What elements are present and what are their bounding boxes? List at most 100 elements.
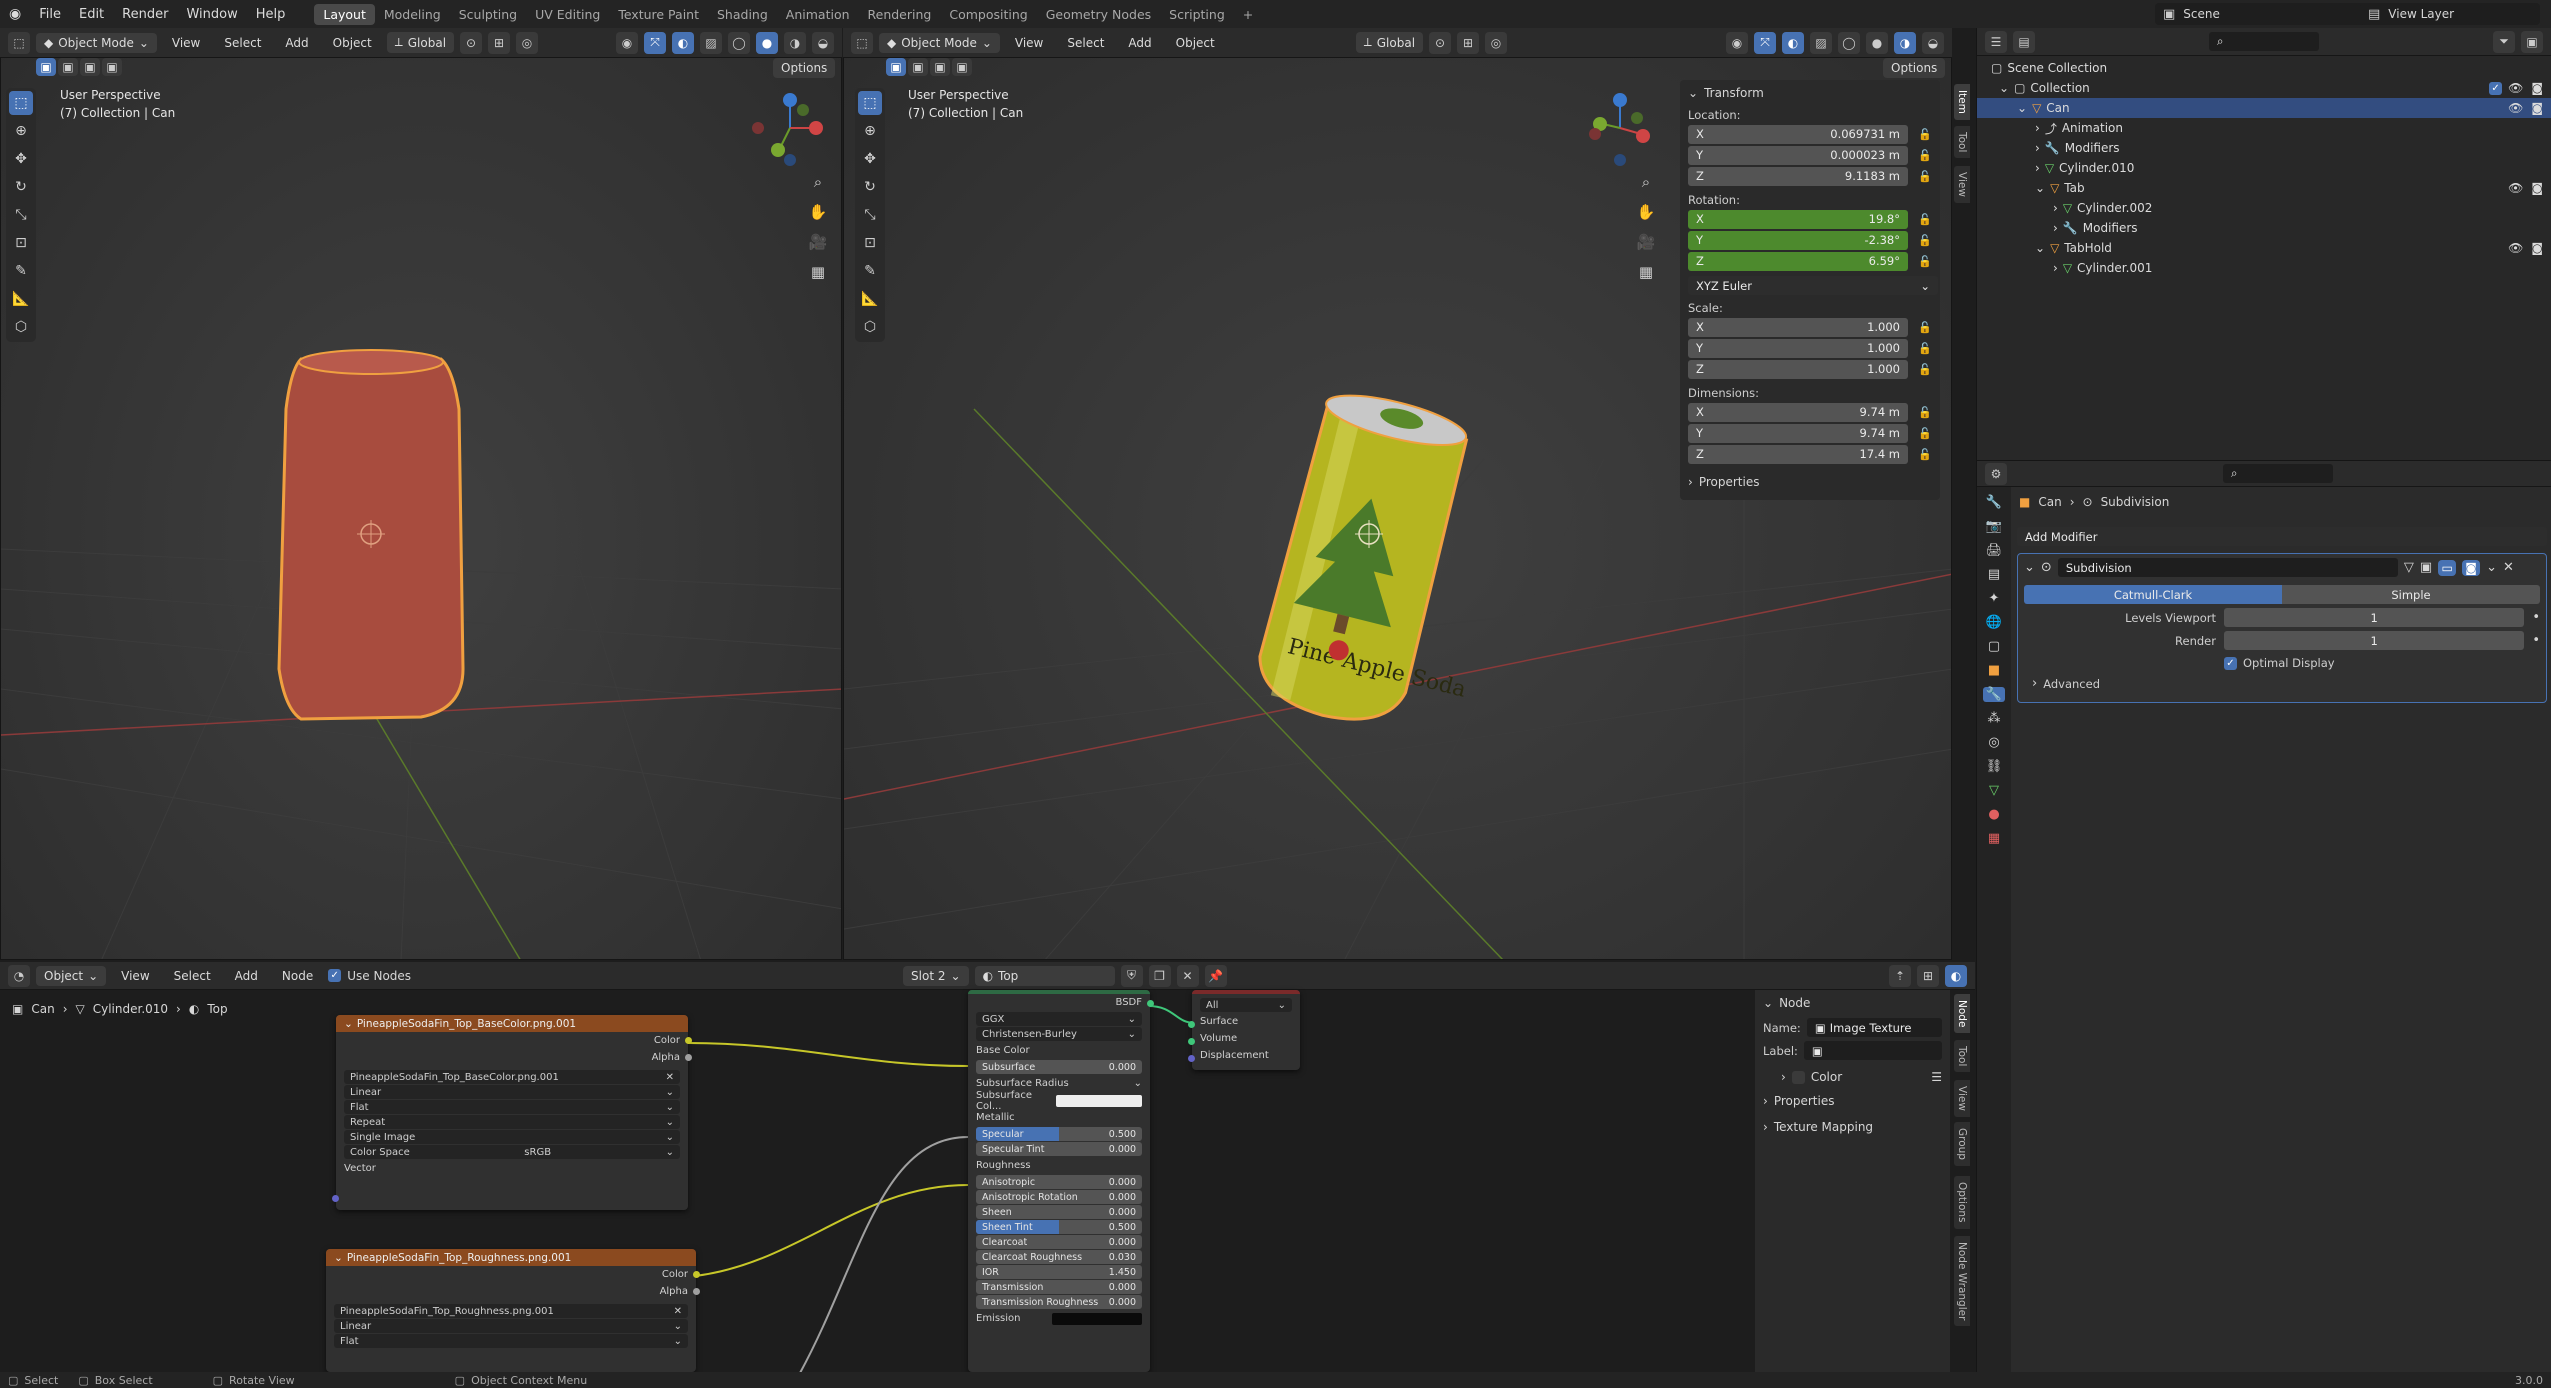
shading-material-icon-2[interactable]: ◑ <box>1894 31 1916 54</box>
render-display-icon[interactable]: ◙ <box>2462 559 2481 576</box>
render-camera-icon[interactable]: ◙ <box>2531 81 2543 95</box>
scale-z-field[interactable]: Z 1.000 <box>1688 359 1908 379</box>
select-subtract-icon[interactable]: ▣ <box>80 58 100 76</box>
lock-icon[interactable]: 🔓 <box>1918 128 1932 141</box>
workspace-tab-texture-paint[interactable]: Texture Paint <box>609 4 708 25</box>
scale-icon[interactable]: ⤡ <box>9 203 33 227</box>
bsdf-input-field[interactable]: Transmission Roughness 0.000 <box>976 1295 1142 1309</box>
chevron-down-icon[interactable]: ⌄ <box>2024 560 2035 575</box>
node-label-input[interactable]: ▣ <box>1803 1041 1942 1060</box>
bsdf-input-field[interactable]: Anisotropic 0.000 <box>976 1175 1142 1189</box>
location-z-field[interactable]: Z 9.1183 m <box>1688 166 1908 186</box>
menu-edit[interactable]: Edit <box>70 7 113 22</box>
workspace-tab-modeling[interactable]: Modeling <box>375 4 450 25</box>
lock-icon[interactable]: 🔓 <box>1918 149 1932 162</box>
overlay-icon[interactable]: ◐ <box>672 31 694 54</box>
lock-icon[interactable]: 🔓 <box>1918 342 1932 355</box>
shading-solid-icon[interactable]: ● <box>756 31 778 54</box>
transform-icon-2[interactable]: ⊡ <box>858 231 882 255</box>
node-menu-add[interactable]: Add <box>226 969 267 983</box>
physics-tab-icon[interactable]: ◎ <box>1988 735 1999 750</box>
chevron-down-icon[interactable]: ⌄ <box>2486 560 2497 575</box>
optimal-display-checkbox[interactable]: ✓ <box>2224 656 2237 670</box>
visibility-icon[interactable]: ◉ <box>616 31 638 54</box>
modifier-tab-icon[interactable]: 🔧 <box>1982 687 2006 702</box>
node-color-checkbox[interactable] <box>1791 1070 1805 1084</box>
rotate-icon-2[interactable]: ↻ <box>858 175 882 199</box>
select-extend-icon-2[interactable]: ▣ <box>908 58 928 76</box>
cursor-icon-2[interactable]: ⊕ <box>858 119 882 143</box>
blender-logo-icon[interactable]: ◉ <box>0 6 30 22</box>
navigation-gizmo-left[interactable] <box>745 88 835 178</box>
location-x-field[interactable]: X 0.069731 m <box>1688 124 1908 144</box>
outliner-row-animation[interactable]: › ⤴ Animation <box>1977 118 2551 138</box>
workspace-tab-geometry-nodes[interactable]: Geometry Nodes <box>1037 4 1160 25</box>
eye-icon[interactable]: 👁 <box>2508 101 2523 115</box>
constraints-tab-icon[interactable]: ⛓ <box>1986 759 2003 774</box>
pin-icon[interactable]: 📌 <box>1204 964 1227 987</box>
shading-rendered-icon[interactable]: ◒ <box>812 31 834 54</box>
options-button[interactable]: Options <box>773 58 836 78</box>
world-tab-icon[interactable]: 🌐 <box>1986 615 2002 630</box>
node-tab-node-wrangler[interactable]: Node Wrangler <box>1954 1236 1970 1327</box>
render-camera-icon[interactable]: ◙ <box>2531 181 2543 195</box>
image-file-field[interactable]: PineappleSodaFin_Top_BaseColor.png.001 ✕ <box>344 1070 680 1084</box>
interpolation-dropdown[interactable]: Linear ⌄ <box>344 1085 680 1099</box>
node-name-input[interactable]: ▣ Image Texture <box>1806 1018 1942 1037</box>
keyframe-dot-icon[interactable]: • <box>2532 633 2540 648</box>
close-icon[interactable]: ✕ <box>2503 560 2514 575</box>
tool-tab-icon[interactable]: 🔧 <box>1986 495 2002 510</box>
properties-editor-icon[interactable]: ⚙ <box>1985 462 2007 485</box>
cursor-icon[interactable]: ⊕ <box>9 119 33 143</box>
output-target-dropdown[interactable]: All ⌄ <box>1200 998 1292 1012</box>
duplicate-material-icon[interactable]: ❐ <box>1148 964 1171 987</box>
modifier-name-input[interactable]: Subdivision <box>2057 558 2398 577</box>
rotation-x-field[interactable]: X 19.8° <box>1688 209 1908 229</box>
xray-icon-2[interactable]: ▨ <box>1810 31 1832 54</box>
image-file-field[interactable]: PineappleSodaFin_Top_Roughness.png.001 ✕ <box>334 1304 688 1318</box>
snap-node-icon[interactable]: ⊞ <box>1917 964 1939 987</box>
menu-add[interactable]: Add <box>276 36 317 50</box>
socket-bsdf-out[interactable] <box>1147 1000 1154 1007</box>
gizmo-icon[interactable]: ⤧ <box>644 31 666 54</box>
edit-mode-icon[interactable]: ▽ <box>2404 560 2414 575</box>
material-selector[interactable]: ◐ Top <box>974 965 1115 986</box>
dimensions-y-field[interactable]: Y 9.74 m <box>1688 423 1908 443</box>
overlay-icon-2[interactable]: ◐ <box>1782 31 1804 54</box>
ortho-grid-icon-2[interactable]: ▦ <box>1634 260 1658 284</box>
eye-icon[interactable]: 👁 <box>2508 181 2523 195</box>
subsurface-method-dropdown[interactable]: Christensen-Burley ⌄ <box>976 1027 1142 1041</box>
node-overlay-icon[interactable]: ◐ <box>1945 964 1967 987</box>
list-icon[interactable]: ☰ <box>1931 1070 1942 1084</box>
scale-x-field[interactable]: X 1.000 <box>1688 317 1908 337</box>
visibility-icon-2[interactable]: ◉ <box>1726 31 1748 54</box>
socket-displacement-in[interactable] <box>1188 1055 1195 1062</box>
select-subtract-icon-2[interactable]: ▣ <box>930 58 950 76</box>
socket-alpha-out[interactable] <box>685 1054 692 1061</box>
annotate-icon-2[interactable]: ✎ <box>858 259 882 283</box>
keyframe-dot-icon[interactable]: • <box>2532 610 2540 625</box>
outliner-editor-icon[interactable]: ☰ <box>1985 30 2007 53</box>
socket-color-out[interactable] <box>685 1037 692 1044</box>
menu-object-2[interactable]: Object <box>1167 36 1224 50</box>
optimal-display-row[interactable]: ✓ Optimal Display <box>2224 656 2540 670</box>
select-new-icon-2[interactable]: ▣ <box>886 58 906 76</box>
node-header[interactable]: ⌄ PineappleSodaFin_Top_Roughness.png.001 <box>326 1249 696 1266</box>
add-workspace-icon[interactable]: + <box>1234 4 1262 25</box>
zoom-icon-2[interactable]: ⌕ <box>1634 170 1658 194</box>
socket-volume-in[interactable] <box>1188 1038 1195 1045</box>
sidebar-tab-view[interactable]: View <box>1954 166 1970 203</box>
texture-mapping-subpanel[interactable]: › Texture Mapping <box>1755 1116 1950 1138</box>
scene-selector[interactable]: ▣ Scene <box>2155 3 2375 25</box>
color-swatch[interactable] <box>1052 1312 1142 1325</box>
socket-color-out[interactable] <box>693 1271 700 1278</box>
socket-alpha-out[interactable] <box>693 1288 700 1295</box>
camera-icon[interactable]: 🎥 <box>806 230 830 254</box>
workspace-tab-uv-editing[interactable]: UV Editing <box>526 4 609 25</box>
simple-button[interactable]: Simple <box>2282 585 2540 604</box>
outliner-search-input[interactable]: ⌕ <box>2209 32 2319 51</box>
editor-type-icon-2[interactable]: ⬚ <box>851 31 873 54</box>
rotate-icon[interactable]: ↻ <box>9 175 33 199</box>
projection-dropdown[interactable]: Flat ⌄ <box>334 1334 688 1348</box>
orientation-dropdown[interactable]: ⟂ Global <box>386 32 455 53</box>
